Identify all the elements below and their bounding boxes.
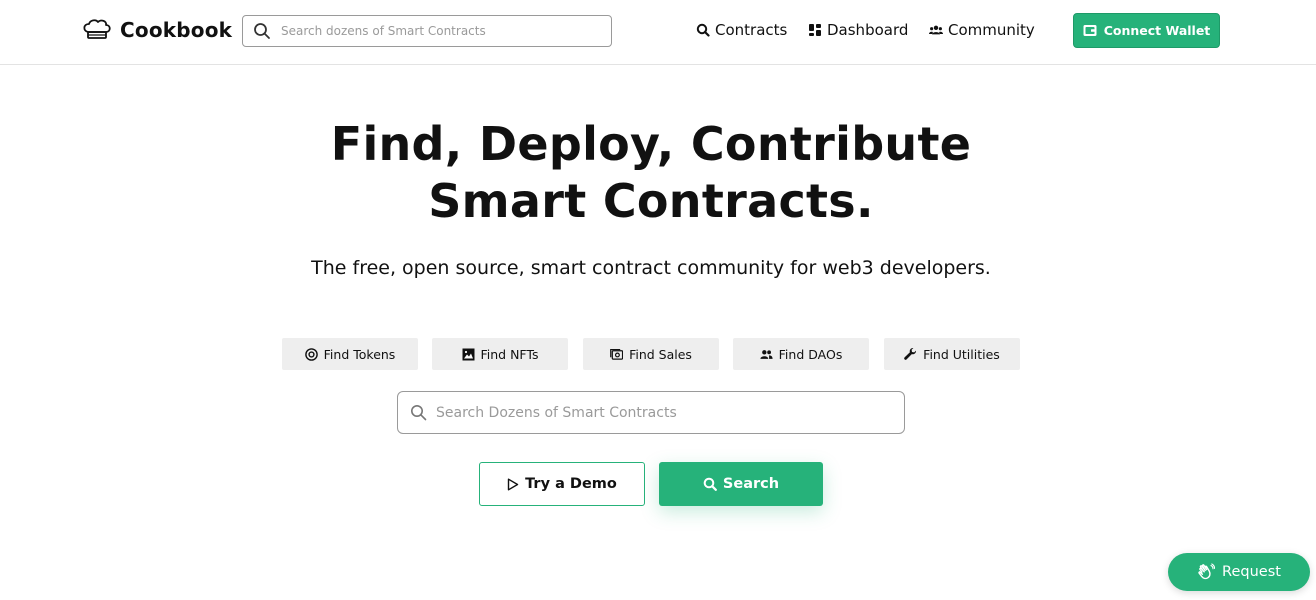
hand-wave-icon [1198,563,1216,580]
brand-name: Cookbook [120,18,233,42]
request-button[interactable]: Request [1168,553,1310,591]
hero-title-line2: Smart Contracts. [428,174,874,228]
nav-community[interactable]: Community [929,20,1035,40]
wrench-icon [904,347,917,360]
nav-contracts[interactable]: Contracts [696,20,787,40]
image-icon [462,348,474,360]
try-demo-button[interactable]: Try a Demo [479,462,645,506]
main-search-input[interactable] [436,404,886,421]
top-navbar: Cookbook Contracts Dashboard [0,0,1316,65]
nav-dashboard[interactable]: Dashboard [808,20,908,40]
search-icon [703,477,717,491]
play-icon [507,478,519,490]
search-button[interactable]: Search [659,462,823,506]
search-icon [411,405,427,421]
find-tokens-label: Find Tokens [323,346,396,362]
connect-wallet-button[interactable]: Connect Wallet [1073,13,1220,48]
find-nfts-button[interactable]: Find NFTs [432,338,568,370]
hero-title: Find, Deploy, Contribute Smart Contracts… [0,116,1302,230]
wallet-icon [1083,25,1097,36]
header-search[interactable] [242,15,612,47]
community-icon [929,25,943,35]
search-button-label: Search [722,476,780,492]
find-daos-label: Find DAOs [778,346,843,362]
try-demo-label: Try a Demo [525,476,617,492]
find-utilities-label: Find Utilities [923,346,1000,362]
find-daos-button[interactable]: Find DAOs [733,338,869,370]
find-sales-button[interactable]: Find Sales [583,338,719,370]
nav-community-label: Community [948,21,1035,39]
find-sales-label: Find Sales [629,346,692,362]
hero-title-line1: Find, Deploy, Contribute [330,117,972,171]
find-nfts-label: Find NFTs [480,346,539,362]
brand-logo[interactable]: Cookbook [82,16,232,44]
users-icon [760,349,773,359]
hero-subtitle: The free, open source, smart contract co… [311,257,991,279]
search-icon [696,23,710,37]
main-search[interactable] [397,391,905,434]
chef-hat-icon [83,19,111,39]
find-tokens-button[interactable]: Find Tokens [282,338,418,370]
search-icon [254,23,270,39]
sales-icon [610,348,624,360]
nav-dashboard-label: Dashboard [827,21,909,39]
request-label: Request [1222,564,1281,580]
nav-contracts-label: Contracts [715,21,788,39]
find-utilities-button[interactable]: Find Utilities [884,338,1020,370]
header-search-input[interactable] [281,24,601,38]
connect-wallet-label: Connect Wallet [1103,23,1211,38]
token-icon [304,347,318,361]
dashboard-icon [809,24,821,36]
